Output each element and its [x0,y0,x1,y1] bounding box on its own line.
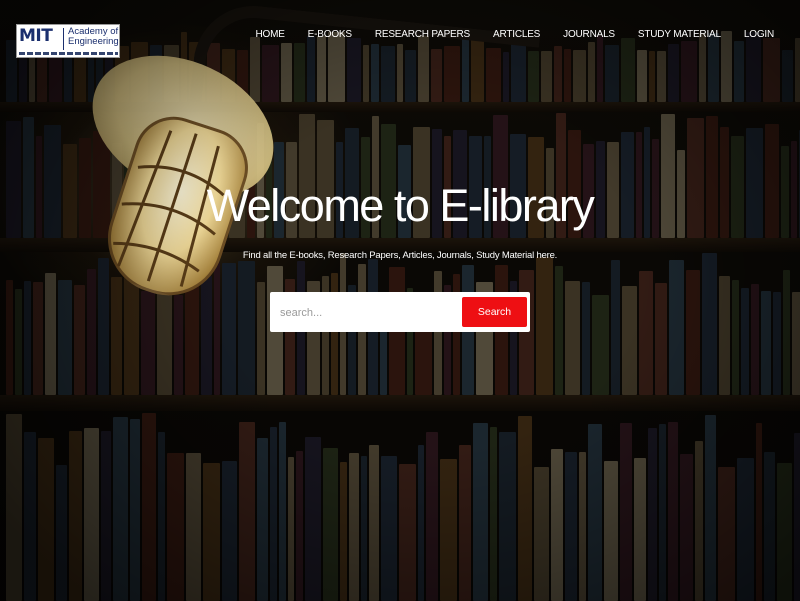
nav-link-study-material[interactable]: STUDY MATERIAL [638,29,721,40]
logo-mit-text: MIT [19,26,53,46]
hero-subtitle: Find all the E-books, Research Papers, A… [242,250,558,261]
nav-link-ebooks[interactable]: E-BOOKS [308,29,352,40]
search-button[interactable]: Search [462,297,527,327]
logo-line-2: Engineering [68,36,119,47]
nav-link-research-papers[interactable]: RESEARCH PAPERS [375,29,470,40]
logo-tagline [19,52,118,55]
nav-link-login[interactable]: LOGIN [744,29,774,40]
nav-link-journals[interactable]: JOURNALS [563,29,615,40]
navbar: MIT Academy of Engineering HOME E-BOOKS … [0,0,800,72]
nav-link-articles[interactable]: ARTICLES [493,29,540,40]
search-form: Search [270,292,530,332]
hero-section: MIT Academy of Engineering HOME E-BOOKS … [0,0,800,601]
nav-link-home[interactable]: HOME [255,29,284,40]
logo-divider [63,28,64,50]
nav-menu: HOME E-BOOKS RESEARCH PAPERS ARTICLES JO… [232,29,774,40]
site-logo[interactable]: MIT Academy of Engineering [16,24,120,58]
search-input[interactable] [278,299,460,327]
hero-title: Welcome to E-library [206,180,595,231]
